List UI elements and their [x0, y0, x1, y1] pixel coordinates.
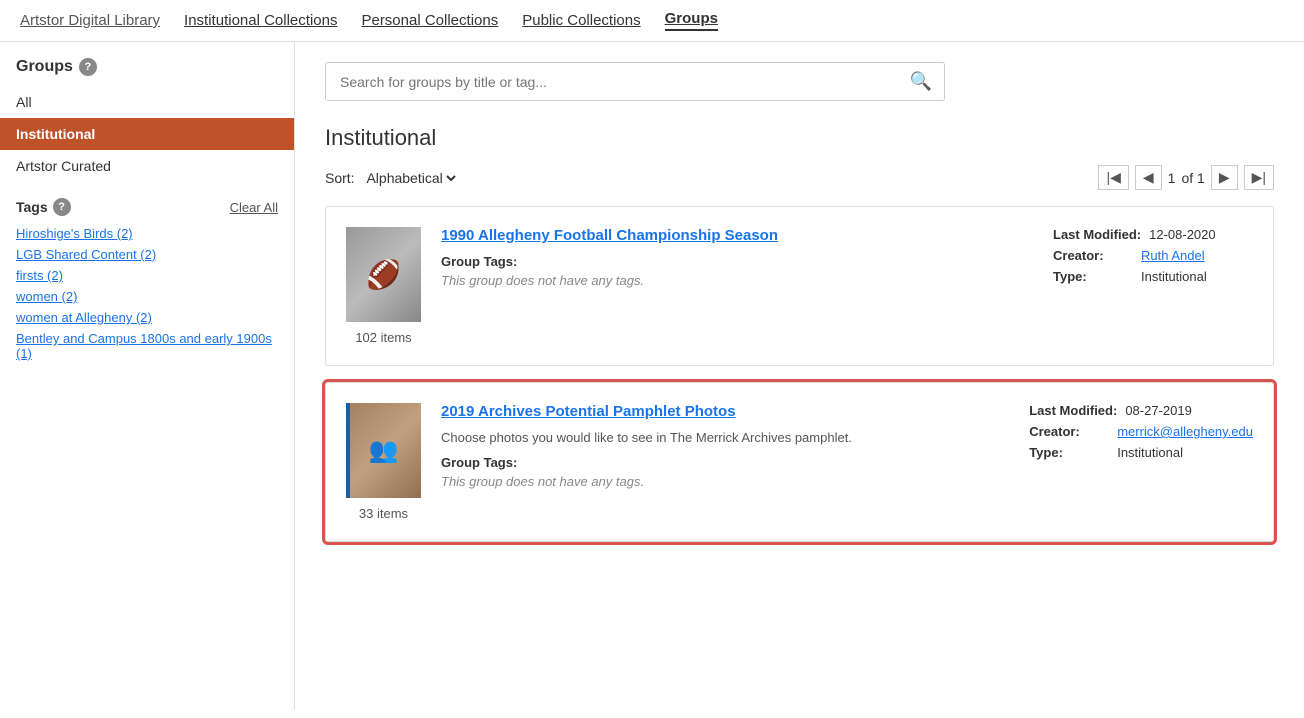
group-title-football[interactable]: 1990 Allegheny Football Championship Sea… [441, 227, 778, 244]
sort-label: Sort: [325, 170, 355, 186]
sidebar-item-all[interactable]: All [0, 86, 294, 118]
sidebar-groups-header: Groups ? [0, 58, 294, 86]
meta-type-label-football: Type: [1053, 269, 1133, 284]
group-items-count-football: 102 items [355, 330, 411, 345]
meta-row-type-football: Type: Institutional [1053, 269, 1253, 284]
group-description-archive: Choose photos you would like to see in T… [441, 430, 1009, 445]
group-tags-label-football: Group Tags: [441, 254, 1033, 269]
sort-container: Sort: Alphabetical [325, 169, 459, 187]
group-meta-football: Last Modified: 12-08-2020 Creator: Ruth … [1053, 227, 1253, 290]
pagination: |◀ ◀ 1 of 1 ▶ ▶| [1098, 165, 1274, 190]
tag-bentley[interactable]: Bentley and Campus 1800s and early 1900s… [16, 331, 278, 361]
tags-label: Tags [16, 199, 48, 215]
main-layout: Groups ? All Institutional Artstor Curat… [0, 42, 1304, 710]
search-button[interactable]: 🔍 [898, 63, 944, 100]
group-card-archive: 👥 33 items 2019 Archives Potential Pamph… [325, 382, 1274, 542]
meta-modified-label-archive: Last Modified: [1029, 403, 1117, 418]
tags-header: Tags ? Clear All [16, 198, 278, 216]
meta-row-type-archive: Type: Institutional [1029, 445, 1253, 460]
meta-creator-value-archive: merrick@allegheny.edu [1117, 424, 1253, 439]
tags-help-icon[interactable]: ? [53, 198, 71, 216]
group-thumbnail-archive: 👥 [346, 403, 421, 498]
meta-row-creator-archive: Creator: merrick@allegheny.edu [1029, 424, 1253, 439]
group-info-archive: 2019 Archives Potential Pamphlet Photos … [441, 403, 1009, 489]
personal-collections-link[interactable]: Personal Collections [361, 12, 498, 29]
public-collections-link[interactable]: Public Collections [522, 12, 640, 29]
sidebar: Groups ? All Institutional Artstor Curat… [0, 42, 295, 710]
page-prev-button[interactable]: ◀ [1135, 165, 1162, 190]
group-thumbnail-football: 🏈 [346, 227, 421, 322]
meta-creator-label-football: Creator: [1053, 248, 1133, 263]
groups-help-icon[interactable]: ? [79, 58, 97, 76]
page-current: 1 [1168, 170, 1176, 186]
sidebar-groups-label: Groups [16, 58, 73, 76]
group-tags-value-archive: This group does not have any tags. [441, 474, 1009, 489]
clear-all-button[interactable]: Clear All [230, 200, 278, 215]
creator-link-archive[interactable]: merrick@allegheny.edu [1117, 424, 1253, 439]
main-content: 🔍 Institutional Sort: Alphabetical |◀ ◀ … [295, 42, 1304, 710]
football-thumb-icon: 🏈 [346, 227, 421, 322]
artstor-home-link[interactable]: Artstor Digital Library [20, 12, 160, 29]
page-of-label: of 1 [1181, 170, 1204, 186]
tags-section: Tags ? Clear All Hiroshige's Birds (2) L… [0, 182, 294, 361]
search-input[interactable] [326, 64, 898, 100]
groups-link[interactable]: Groups [665, 10, 718, 31]
search-bar-container: 🔍 [325, 62, 1274, 101]
meta-type-value-archive: Institutional [1117, 445, 1183, 460]
tag-firsts[interactable]: firsts (2) [16, 268, 278, 283]
group-tags-value-football: This group does not have any tags. [441, 273, 1033, 288]
tag-lgb[interactable]: LGB Shared Content (2) [16, 247, 278, 262]
group-items-count-archive: 33 items [359, 506, 408, 521]
meta-row-modified-football: Last Modified: 12-08-2020 [1053, 227, 1253, 242]
meta-row-modified-archive: Last Modified: 08-27-2019 [1029, 403, 1253, 418]
meta-type-label-archive: Type: [1029, 445, 1109, 460]
meta-creator-value-football: Ruth Andel [1141, 248, 1205, 263]
search-bar: 🔍 [325, 62, 945, 101]
sort-select[interactable]: Alphabetical [362, 169, 459, 187]
tag-women-allegheny[interactable]: women at Allegheny (2) [16, 310, 278, 325]
tag-hiroshige[interactable]: Hiroshige's Birds (2) [16, 226, 278, 241]
archive-thumb-icon: 👥 [346, 403, 421, 498]
meta-modified-value-football: 12-08-2020 [1149, 227, 1216, 242]
tag-women[interactable]: women (2) [16, 289, 278, 304]
sidebar-item-artstor-curated[interactable]: Artstor Curated [0, 150, 294, 182]
top-nav: Artstor Digital Library Institutional Co… [0, 0, 1304, 42]
group-info-football: 1990 Allegheny Football Championship Sea… [441, 227, 1033, 288]
group-tags-label-archive: Group Tags: [441, 455, 1009, 470]
section-title: Institutional [325, 125, 1274, 151]
sort-row: Sort: Alphabetical |◀ ◀ 1 of 1 ▶ ▶| [325, 165, 1274, 190]
creator-link-football[interactable]: Ruth Andel [1141, 248, 1205, 263]
tags-title: Tags ? [16, 198, 71, 216]
meta-modified-label-football: Last Modified: [1053, 227, 1141, 242]
meta-creator-label-archive: Creator: [1029, 424, 1109, 439]
institutional-collections-link[interactable]: Institutional Collections [184, 12, 337, 29]
group-card-football: 🏈 102 items 1990 Allegheny Football Cham… [325, 206, 1274, 366]
meta-type-value-football: Institutional [1141, 269, 1207, 284]
sidebar-item-institutional[interactable]: Institutional [0, 118, 294, 150]
page-first-button[interactable]: |◀ [1098, 165, 1128, 190]
group-meta-archive: Last Modified: 08-27-2019 Creator: merri… [1029, 403, 1253, 466]
group-title-archive[interactable]: 2019 Archives Potential Pamphlet Photos [441, 403, 736, 420]
meta-modified-value-archive: 08-27-2019 [1125, 403, 1192, 418]
page-last-button[interactable]: ▶| [1244, 165, 1274, 190]
page-next-button[interactable]: ▶ [1211, 165, 1238, 190]
meta-row-creator-football: Creator: Ruth Andel [1053, 248, 1253, 263]
